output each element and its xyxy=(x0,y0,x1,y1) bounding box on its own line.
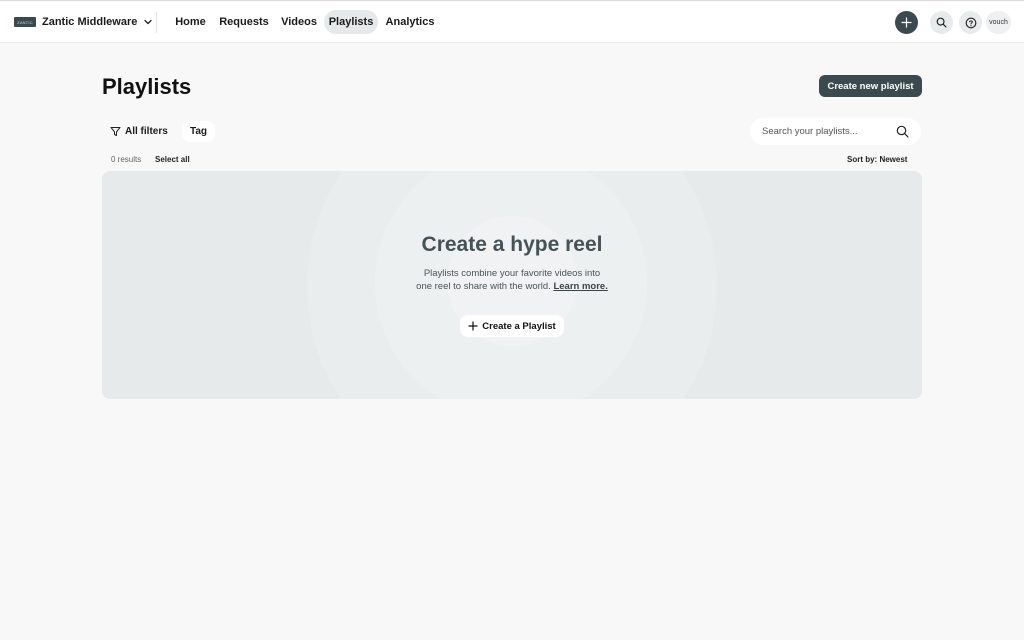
search-icon[interactable] xyxy=(896,125,909,138)
nav-playlists[interactable]: Playlists xyxy=(324,10,378,34)
top-navigation-bar: ZANTIC Zantic Middleware Home Requests V… xyxy=(0,0,1024,43)
all-filters-label: All filters xyxy=(125,126,168,137)
empty-state-desc-line2: one reel to share with the world. xyxy=(416,281,551,292)
create-a-playlist-button[interactable]: Create a Playlist xyxy=(460,315,564,337)
page-title: Playlists xyxy=(102,74,192,99)
sort-dropdown[interactable]: Sort by: Newest xyxy=(847,155,907,164)
nav-divider xyxy=(156,12,157,33)
plus-icon xyxy=(468,321,478,331)
empty-state-panel: Create a hype reel Playlists combine you… xyxy=(102,171,922,399)
nav-requests[interactable]: Requests xyxy=(214,10,274,34)
help-button[interactable] xyxy=(959,11,982,34)
nav-analytics[interactable]: Analytics xyxy=(379,10,441,34)
nav-videos[interactable]: Videos xyxy=(275,10,323,34)
all-filters-button[interactable]: All filters xyxy=(104,121,174,142)
help-icon xyxy=(965,17,976,28)
workspace-name: Zantic Middleware xyxy=(42,16,138,28)
search-icon xyxy=(936,17,947,28)
select-all-link[interactable]: Select all xyxy=(155,155,190,164)
brand-logo: ZANTIC xyxy=(14,17,36,27)
empty-state-desc-line2-wrap: one reel to share with the world. Learn … xyxy=(102,280,922,293)
add-button[interactable] xyxy=(895,11,918,34)
workspace-switcher[interactable]: ZANTIC Zantic Middleware xyxy=(14,12,153,32)
empty-state-desc-line1: Playlists combine your favorite videos i… xyxy=(423,268,601,279)
playlist-search-box xyxy=(750,118,921,145)
main-nav: Home Requests Videos Playlists Analytics xyxy=(168,10,442,34)
create-new-playlist-button[interactable]: Create new playlist xyxy=(819,75,922,97)
filter-icon xyxy=(110,127,121,136)
search-input[interactable] xyxy=(762,126,896,137)
tag-filter-button[interactable]: Tag xyxy=(182,121,215,142)
search-button[interactable] xyxy=(930,11,953,34)
empty-state-description: Playlists combine your favorite videos i… xyxy=(102,267,922,293)
nav-home[interactable]: Home xyxy=(168,10,213,34)
results-count: 0 results xyxy=(111,155,142,164)
chevron-down-icon xyxy=(144,19,153,25)
plus-icon xyxy=(901,17,912,28)
create-a-playlist-label: Create a Playlist xyxy=(482,320,556,332)
learn-more-link[interactable]: Learn more. xyxy=(553,281,607,292)
avatar[interactable]: vouch xyxy=(986,11,1011,34)
empty-state-title: Create a hype reel xyxy=(421,233,603,256)
